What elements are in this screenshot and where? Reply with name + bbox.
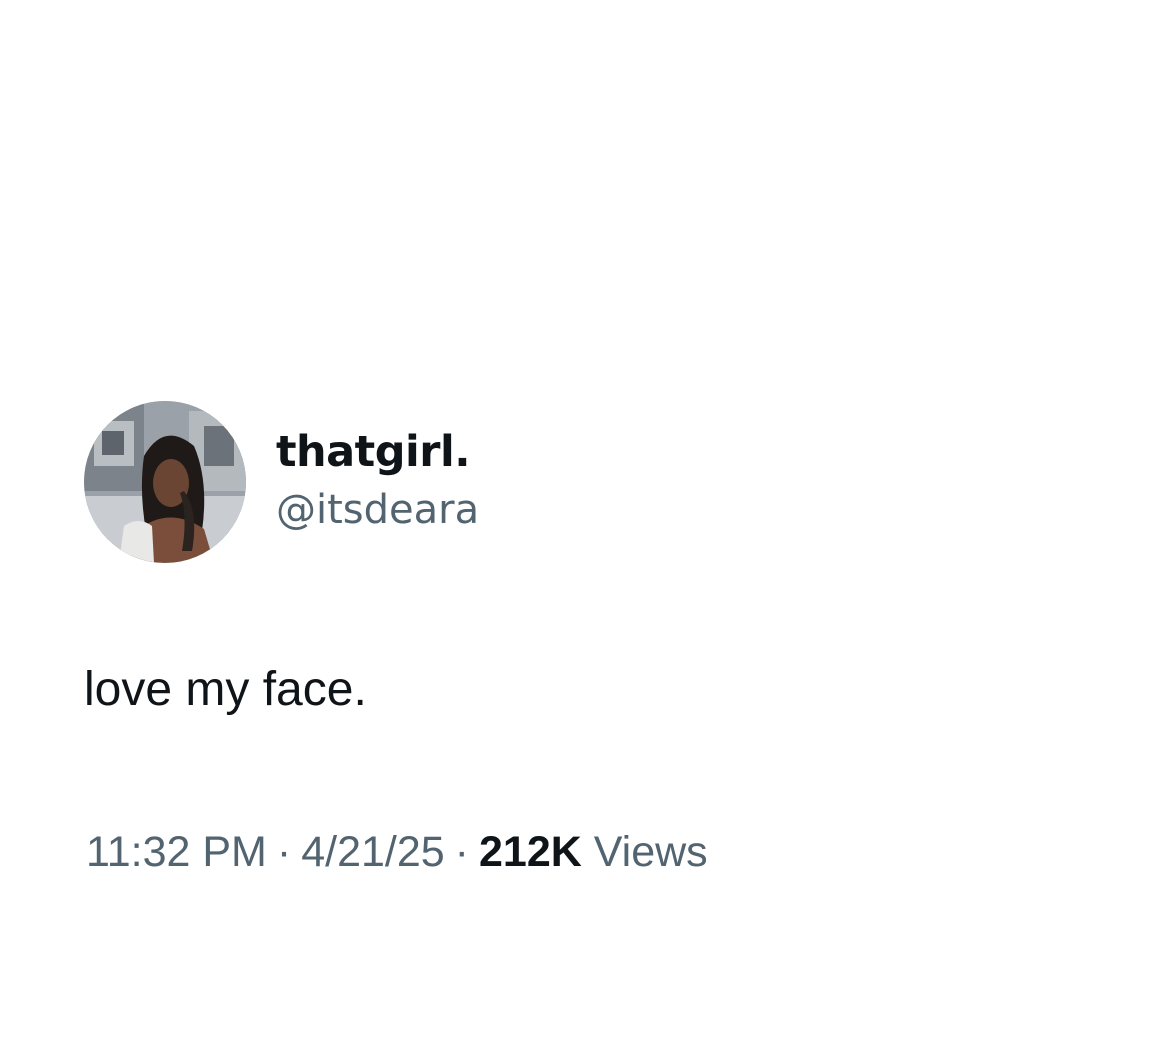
- username-handle[interactable]: @itsdeara: [276, 484, 479, 536]
- avatar[interactable]: [84, 401, 246, 563]
- avatar-photo-icon: [84, 401, 246, 563]
- author-names: thatgirl. @itsdeara: [276, 424, 479, 536]
- views-count[interactable]: 212K: [479, 828, 582, 876]
- tweet-time[interactable]: 11:32 PM: [86, 828, 267, 876]
- meta-separator: ·: [276, 828, 292, 876]
- tweet-metadata: 11:32 PM · 4/21/25 · 212K Views: [86, 824, 708, 880]
- tweet-date[interactable]: 4/21/25: [301, 828, 444, 876]
- meta-separator: ·: [454, 828, 469, 876]
- tweet-text: love my face.: [84, 663, 367, 716]
- display-name[interactable]: thatgirl.: [276, 424, 479, 480]
- tweet-header: thatgirl. @itsdeara: [84, 401, 1084, 563]
- tweet-card: thatgirl. @itsdeara love my face. 11:32 …: [84, 401, 1084, 876]
- views-label: Views: [593, 828, 708, 876]
